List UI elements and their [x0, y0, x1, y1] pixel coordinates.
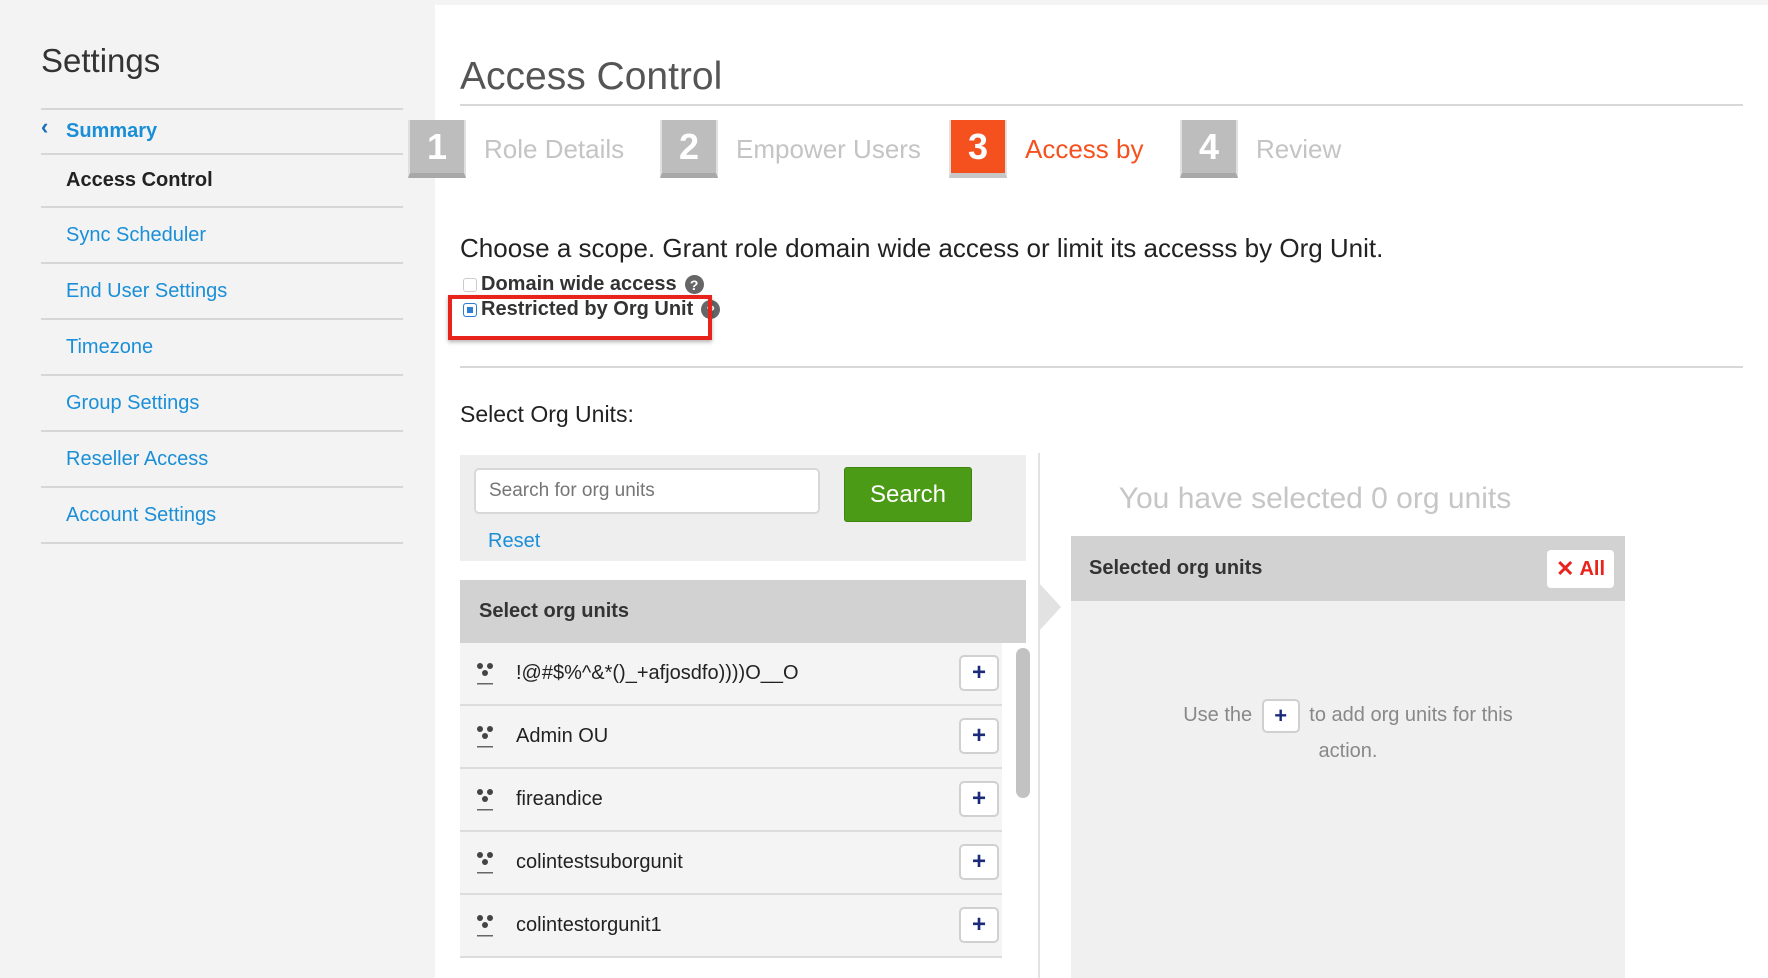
step-role-details[interactable]: 1 Role Details: [408, 118, 624, 180]
main-panel: Access Control 1 Role Details 2 Empower …: [408, 5, 1768, 978]
add-org-unit-button[interactable]: +: [959, 718, 999, 754]
search-panel: Search Reset: [460, 455, 1026, 561]
sidebar-item-account-settings[interactable]: Account Settings: [41, 488, 403, 544]
title-divider: [460, 104, 1743, 106]
arrow-right-icon: [1039, 583, 1061, 631]
sidebar-item-access-control[interactable]: Access Control: [41, 155, 403, 208]
scope-instructions: Choose a scope. Grant role domain wide a…: [460, 233, 1384, 263]
sidebar-nav: Summary Access Control Sync Scheduler En…: [41, 108, 403, 544]
add-org-unit-button[interactable]: +: [959, 907, 999, 943]
step-access-by[interactable]: 3 Access by: [949, 118, 1144, 180]
org-unit-icon: [477, 914, 493, 936]
clear-all-label: All: [1579, 557, 1605, 580]
option-label: Domain wide access: [481, 273, 677, 295]
empty-hint: Use the + to add org units for this acti…: [1071, 697, 1625, 769]
org-unit-icon: [477, 662, 493, 684]
sidebar-item-reseller-access[interactable]: Reseller Access: [41, 432, 403, 488]
hint-text-after: to add org units for this: [1309, 704, 1513, 726]
org-unit-name: fireandice: [516, 788, 603, 810]
plus-icon: +: [1261, 698, 1300, 733]
sidebar-item-timezone[interactable]: Timezone: [41, 320, 403, 376]
step-label: Empower Users: [736, 133, 921, 164]
step-number: 2: [660, 120, 718, 178]
highlight-annotation: [448, 295, 712, 340]
step-label: Access by: [1025, 133, 1144, 164]
list-item: colintestorgunit1 +: [460, 895, 1002, 958]
add-org-unit-button[interactable]: +: [959, 655, 999, 691]
page-title: Access Control: [460, 55, 723, 98]
option-domain-wide[interactable]: Domain wide access ?: [463, 273, 704, 296]
add-org-unit-button[interactable]: +: [959, 781, 999, 817]
units-scrollbar[interactable]: [1016, 648, 1030, 798]
org-unit-icon: [477, 725, 493, 747]
org-unit-name: Admin OU: [516, 725, 609, 747]
list-item: colintestsuborgunit +: [460, 832, 1002, 895]
step-number: 4: [1180, 120, 1238, 178]
step-label: Role Details: [484, 133, 625, 164]
clear-all-button[interactable]: ✕ All: [1547, 550, 1614, 588]
org-units-list: !@#$%^&*()_+afjosdfo))))O__O + Admin OU …: [460, 643, 1002, 978]
hint-text-before: Use the: [1183, 704, 1253, 726]
domain-wide-radio[interactable]: [463, 277, 477, 292]
list-item: Admin OU +: [460, 706, 1002, 769]
sidebar-title: Settings: [41, 42, 161, 79]
selected-units-panel: Selected org units ✕ All Use the + to ad…: [1071, 536, 1625, 978]
org-unit-name: !@#$%^&*()_+afjosdfo))))O__O: [516, 662, 799, 684]
reset-link[interactable]: Reset: [488, 530, 540, 553]
panel-divider: [1038, 453, 1040, 978]
hint-text-line2: action.: [1318, 740, 1378, 762]
selected-count: You have selected 0 org units: [1118, 482, 1512, 515]
sidebar-item-group-settings[interactable]: Group Settings: [41, 376, 403, 432]
selected-header-label: Selected org units: [1089, 557, 1263, 579]
help-icon[interactable]: ?: [684, 275, 704, 294]
org-unit-name: colintestorgunit1: [516, 914, 662, 936]
section-divider: [460, 366, 1743, 368]
sidebar-item-summary[interactable]: Summary: [41, 110, 403, 155]
org-unit-name: colintestsuborgunit: [516, 851, 683, 873]
step-label: Review: [1256, 133, 1342, 164]
org-unit-icon: [477, 788, 493, 810]
selected-units-header: Selected org units ✕ All: [1071, 536, 1625, 601]
list-item: fireandice +: [460, 769, 1002, 832]
close-icon: ✕: [1556, 556, 1575, 581]
sidebar-item-sync-scheduler[interactable]: Sync Scheduler: [41, 208, 403, 264]
settings-sidebar: Settings ‹ Summary Access Control Sync S…: [0, 0, 435, 978]
units-list-header: Select org units: [460, 580, 1026, 643]
step-number: 3: [949, 120, 1007, 178]
org-unit-icon: [477, 851, 493, 873]
add-org-unit-button[interactable]: +: [959, 844, 999, 880]
select-org-units-label: Select Org Units:: [460, 401, 634, 427]
list-item: !@#$%^&*()_+afjosdfo))))O__O +: [460, 643, 1002, 706]
search-button[interactable]: Search: [844, 467, 972, 522]
step-empower-users[interactable]: 2 Empower Users: [660, 118, 921, 180]
step-number: 1: [408, 120, 466, 178]
sidebar-item-end-user-settings[interactable]: End User Settings: [41, 264, 403, 320]
step-review[interactable]: 4 Review: [1180, 118, 1341, 180]
search-input[interactable]: [474, 468, 820, 514]
